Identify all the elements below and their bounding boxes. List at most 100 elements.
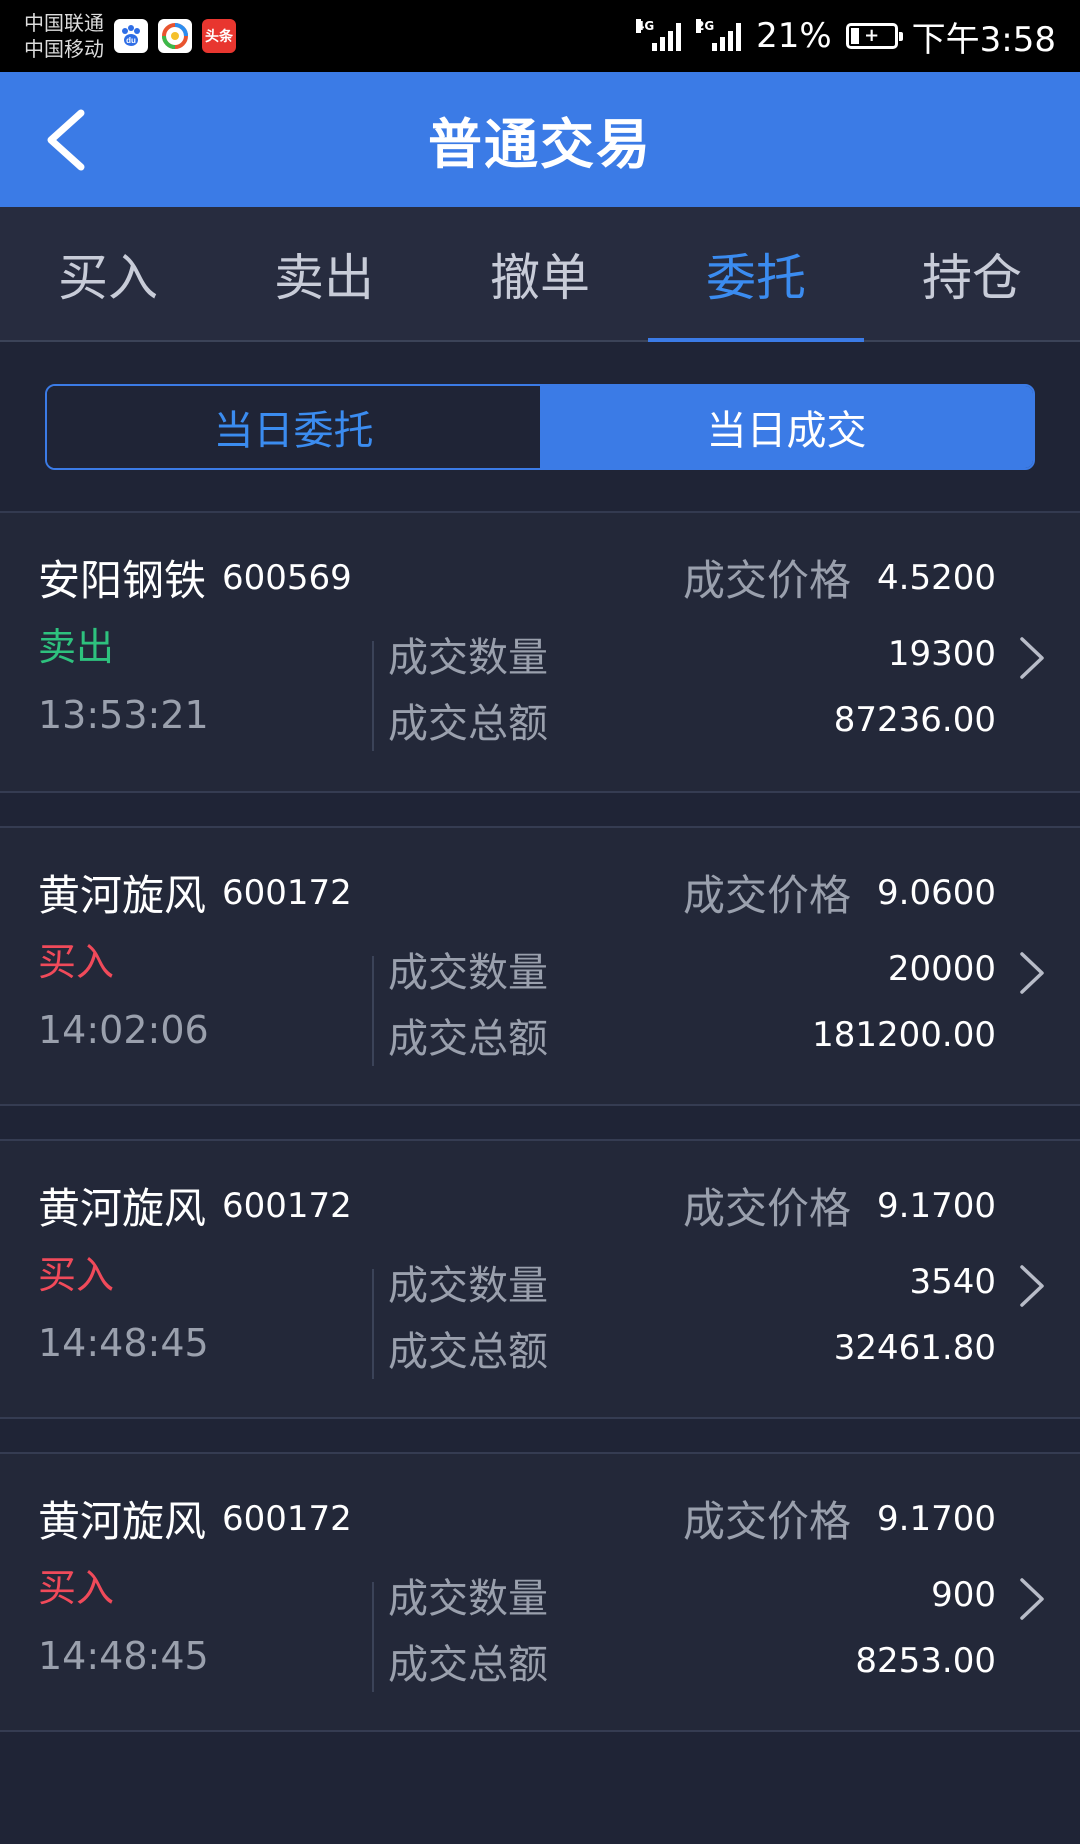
chevron-right-icon [1020,952,1044,994]
price-label: 成交价格 [683,556,852,605]
qty-value: 20000 [887,949,996,989]
charging-icon: + [864,25,880,46]
trade-time: 13:53:21 [38,693,209,737]
tab-cancel[interactable]: 撤单 [432,207,648,340]
qty-value: 19300 [887,634,996,674]
trade-left-col: 买入 14:48:45 [38,1566,338,1678]
trade-left-col: 买入 14:02:06 [38,940,338,1052]
price-label: 成交价格 [683,871,852,920]
qty-label: 成交数量 [388,950,548,996]
amount-label: 成交总额 [388,1016,548,1062]
stock-code: 600172 [222,872,352,913]
carrier-labels: 中国联通 中国移动 [24,10,104,62]
amount-row: 成交总额 181200.00 [388,1006,996,1064]
trade-side: 买入 [38,1566,115,1610]
net-label-1: 4G [636,19,655,33]
amount-row: 成交总额 8253.00 [388,1632,996,1690]
qty-label: 成交数量 [388,1576,548,1622]
column-divider [372,641,374,751]
tab-positions[interactable]: 持仓 [864,207,1080,340]
trade-time: 14:02:06 [38,1008,209,1052]
battery-fill [850,28,860,44]
trade-card-header: 黄河旋风 600172 成交价格 9.0600 [38,862,996,923]
segment-container: 当日委托 当日成交 [0,342,1080,513]
price-value: 4.5200 [877,557,996,598]
trade-left-col: 卖出 13:53:21 [38,625,338,737]
stock-name: 安阳钢铁 [38,556,207,605]
stock-name: 黄河旋风 [38,871,207,920]
price-value: 9.0600 [877,872,996,913]
signal-2g-icon: 2G [696,19,742,51]
trade-card[interactable]: 安阳钢铁 600569 成交价格 4.5200 卖出 13:53:21 成交数量… [0,513,1080,793]
amount-row: 成交总额 87236.00 [388,691,996,749]
toutiao-text: 头条 [205,29,233,45]
amount-value: 181200.00 [812,1015,996,1055]
qty-row: 成交数量 19300 [388,625,996,683]
toutiao-icon: 头条 [202,19,236,53]
status-left: 中国联通 中国移动 du 头条 [24,10,236,62]
trade-card[interactable]: 黄河旋风 600172 成交价格 9.1700 买入 14:48:45 成交数量… [0,1139,1080,1419]
tab-buy[interactable]: 买入 [0,207,216,340]
stock-name: 黄河旋风 [38,1497,207,1546]
status-right: 4G 2G 21% + 下午3:58 [636,12,1056,61]
svg-text:du: du [126,36,136,45]
price-label: 成交价格 [683,1184,852,1233]
trade-list: 安阳钢铁 600569 成交价格 4.5200 卖出 13:53:21 成交数量… [0,513,1080,1732]
price-value: 9.1700 [877,1185,996,1226]
baidu-icon: du [114,19,148,53]
app-header: 普通交易 [0,72,1080,207]
trade-side: 卖出 [38,625,115,669]
trade-card[interactable]: 黄河旋风 600172 成交价格 9.1700 买入 14:48:45 成交数量… [0,1452,1080,1732]
page-title: 普通交易 [428,113,652,176]
trade-tabs: 买入 卖出 撤单 委托 持仓 [0,207,1080,342]
back-button[interactable] [30,102,100,177]
amount-label: 成交总额 [388,1642,548,1688]
chevron-right-icon [1020,637,1044,679]
stock-code: 600569 [222,557,352,598]
qty-row: 成交数量 20000 [388,940,996,998]
stock-code: 600172 [222,1185,352,1226]
price-label: 成交价格 [683,1497,852,1546]
amount-row: 成交总额 32461.80 [388,1319,996,1377]
column-divider [372,1582,374,1692]
segment-control: 当日委托 当日成交 [45,383,1035,470]
amount-value: 32461.80 [833,1328,996,1368]
qty-value: 3540 [909,1262,996,1302]
status-bar: 中国联通 中国移动 du 头条 4G 2G 21% + 下午3:58 [0,0,1080,72]
trade-time: 14:48:45 [38,1321,209,1365]
column-divider [372,1269,374,1379]
chevron-right-icon [1020,1265,1044,1307]
trade-card[interactable]: 黄河旋风 600172 成交价格 9.0600 买入 14:02:06 成交数量… [0,826,1080,1106]
amount-value: 87236.00 [833,700,996,740]
segment-today-trades[interactable]: 当日成交 [540,385,1033,468]
trade-card-header: 安阳钢铁 600569 成交价格 4.5200 [38,547,996,608]
battery-percent: 21% [756,16,832,56]
clock: 下午3:58 [911,19,1056,60]
tab-sell[interactable]: 卖出 [216,207,432,340]
chevron-left-icon [47,109,85,170]
stock-name: 黄河旋风 [38,1184,207,1233]
trade-time: 14:48:45 [38,1634,209,1678]
battery-icon: + [845,23,903,49]
amount-label: 成交总额 [388,1329,548,1375]
trade-side: 买入 [38,1253,115,1297]
trade-card-header: 黄河旋风 600172 成交价格 9.1700 [38,1488,996,1549]
qty-row: 成交数量 900 [388,1566,996,1624]
signal-4g-icon: 4G [636,19,682,51]
trade-card-header: 黄河旋风 600172 成交价格 9.1700 [38,1175,996,1236]
stock-code: 600172 [222,1498,352,1539]
segment-today-orders[interactable]: 当日委托 [47,385,540,468]
carrier-1: 中国联通 [24,11,104,35]
trade-side: 买入 [38,940,115,984]
price-value: 9.1700 [877,1498,996,1539]
browser-icon [158,19,192,53]
tab-orders[interactable]: 委托 [648,207,864,342]
chevron-right-icon [1020,1578,1044,1620]
qty-value: 900 [931,1575,996,1615]
carrier-2: 中国移动 [24,37,104,61]
amount-label: 成交总额 [388,701,548,747]
qty-row: 成交数量 3540 [388,1253,996,1311]
qty-label: 成交数量 [388,635,548,681]
amount-value: 8253.00 [855,1641,996,1681]
net-label-2: 2G [696,19,715,33]
